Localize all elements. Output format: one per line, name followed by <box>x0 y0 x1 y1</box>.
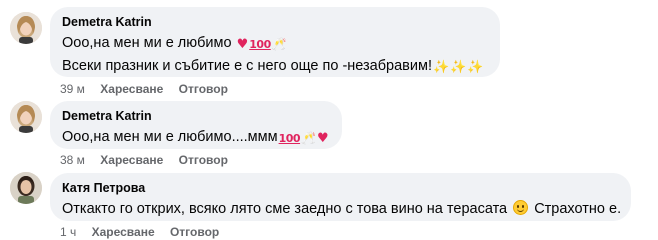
like-button[interactable]: Харесване <box>92 224 155 240</box>
heart-icon: ♥ <box>317 131 329 146</box>
comment-actions: 1 ч Харесване Отговор <box>60 224 231 240</box>
comment-text: Ооо,на мен ми е любимо <box>62 35 232 51</box>
comment-text: Откакто го открих, всяко лято сме заедно… <box>62 201 508 217</box>
hundred-points-icon: 100 <box>278 132 301 145</box>
comment-author[interactable]: Demetra Katrin <box>62 14 488 30</box>
comment-bubble: Demetra Katrin Ооо,на мен ми е любимо...… <box>50 101 342 149</box>
previous-comment-actions-clipped <box>0 0 658 4</box>
clinking-glasses-icon: 🥂 <box>271 37 287 51</box>
heart-icon: ♥ <box>236 37 249 52</box>
comment-text: Страхотно е. <box>534 201 622 217</box>
comment-bubble: Demetra Katrin Ооо,на мен ми е любимо ♥1… <box>50 7 500 77</box>
comment-line: Откакто го открих, всяко лято сме заедно… <box>62 199 622 220</box>
avatar-photo-icon <box>10 172 42 204</box>
reply-button[interactable]: Отговор <box>179 152 228 168</box>
comment-line: Всеки празник и събитие е с него още по … <box>62 56 488 78</box>
avatar[interactable] <box>10 101 42 133</box>
comment-bubble: Катя Петрова Откакто го открих, всяко ля… <box>50 173 631 221</box>
hundred-points-icon: 100 <box>249 38 271 51</box>
avatar[interactable] <box>10 12 42 44</box>
like-button[interactable]: Харесване <box>100 152 163 168</box>
comment-line: Ооо,на мен ми е любимо ♥100🥂 <box>62 33 488 55</box>
comment-text: Всеки празник и събитие е с него още по … <box>62 58 432 74</box>
comment-timestamp[interactable]: 39 м <box>60 81 85 97</box>
clinking-glasses-icon: 🥂 <box>301 131 317 145</box>
smiling-face-icon <box>513 200 529 215</box>
avatar-photo-icon <box>10 101 42 133</box>
like-button[interactable]: Харесване <box>100 81 163 97</box>
avatar[interactable] <box>10 172 42 204</box>
sparkles-icon: ✨ <box>450 60 467 75</box>
comment-author[interactable]: Катя Петрова <box>62 180 619 196</box>
sparkles-icon: ✨ <box>467 60 484 75</box>
comment-author[interactable]: Demetra Katrin <box>62 108 330 124</box>
comment-text: Ооо,на мен ми е любимо....ммм <box>62 129 278 145</box>
comment-timestamp[interactable]: 38 м <box>60 152 85 168</box>
comment-line: Ооо,на мен ми е любимо....ммм100🥂♥ <box>62 127 330 149</box>
avatar-photo-icon <box>10 12 42 44</box>
sparkles-icon: ✨ <box>432 60 450 75</box>
reply-button[interactable]: Отговор <box>179 81 228 97</box>
comment-timestamp[interactable]: 1 ч <box>60 224 76 240</box>
comment-actions: 39 м Харесване Отговор <box>60 81 240 97</box>
comment-actions: 38 м Харесване Отговор <box>60 152 240 168</box>
reply-button[interactable]: Отговор <box>170 224 219 240</box>
